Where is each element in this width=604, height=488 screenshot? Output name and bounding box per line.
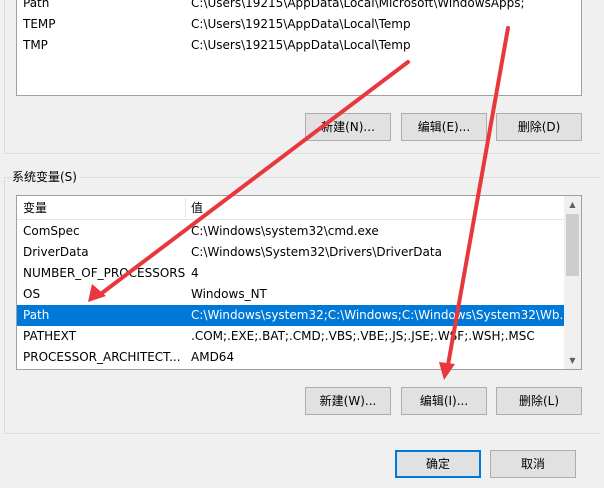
user-var-value: C:\Users\19215\AppData\Local\Microsoft\W… (191, 0, 525, 10)
ok-button[interactable]: 确定 (395, 450, 481, 478)
sys-var-name: NUMBER_OF_PROCESSORS (23, 266, 186, 280)
header-value[interactable]: 值 (191, 196, 203, 220)
sys-vars-list[interactable]: 变量 值 ComSpec C:\Windows\system32\cmd.exe… (16, 195, 582, 370)
user-var-name: TMP (23, 38, 48, 52)
sys-var-row-path[interactable]: Path C:\Windows\system32;C:\Windows;C:\W… (17, 305, 571, 326)
scroll-up-arrow-icon[interactable]: ▲ (564, 196, 581, 213)
sys-var-name: Path (23, 308, 50, 322)
sys-var-name: OS (23, 287, 41, 301)
user-var-value: C:\Users\19215\AppData\Local\Temp (191, 17, 411, 31)
sys-var-row-processor-architecture[interactable]: PROCESSOR_ARCHITECT... AMD64 (17, 347, 564, 368)
sys-var-name: DriverData (23, 245, 89, 259)
scrollbar-thumb[interactable] (566, 214, 579, 276)
user-var-row-path[interactable]: Path C:\Users\19215\AppData\Local\Micros… (17, 0, 581, 14)
user-var-row-tmp[interactable]: TMP C:\Users\19215\AppData\Local\Temp (17, 35, 581, 56)
user-new-button[interactable]: 新建(N)... (305, 113, 391, 141)
user-var-value: C:\Users\19215\AppData\Local\Temp (191, 38, 411, 52)
sys-var-row-pathext[interactable]: PATHEXT .COM;.EXE;.BAT;.CMD;.VBS;.VBE;.J… (17, 326, 564, 347)
sys-var-row-comspec[interactable]: ComSpec C:\Windows\system32\cmd.exe (17, 221, 564, 242)
sys-vars-header: 变量 值 (17, 196, 564, 220)
sys-var-row-os[interactable]: OS Windows_NT (17, 284, 564, 305)
user-vars-list[interactable]: Path C:\Users\19215\AppData\Local\Micros… (16, 0, 582, 96)
user-var-name: TEMP (23, 17, 56, 31)
scroll-down-arrow-icon[interactable]: ▼ (564, 352, 581, 369)
sys-new-button[interactable]: 新建(W)... (305, 387, 391, 415)
header-variable[interactable]: 变量 (23, 196, 47, 220)
sys-var-name: PATHEXT (23, 329, 77, 343)
sys-var-value: .COM;.EXE;.BAT;.CMD;.VBS;.VBE;.JS;.JSE;.… (191, 329, 535, 343)
sys-var-value: Windows_NT (191, 287, 267, 301)
sys-var-value: AMD64 (191, 350, 235, 364)
sys-delete-button[interactable]: 删除(L) (496, 387, 582, 415)
user-edit-button[interactable]: 编辑(E)... (401, 113, 487, 141)
sys-var-row-driverdata[interactable]: DriverData C:\Windows\System32\Drivers\D… (17, 242, 564, 263)
user-var-row-temp[interactable]: TEMP C:\Users\19215\AppData\Local\Temp (17, 14, 581, 35)
sys-var-name: PROCESSOR_ARCHITECT... (23, 350, 181, 364)
sys-var-name: ComSpec (23, 224, 80, 238)
column-separator[interactable] (185, 198, 186, 218)
sys-var-row-number-of-processors[interactable]: NUMBER_OF_PROCESSORS 4 (17, 263, 564, 284)
sys-var-value: C:\Windows\system32\cmd.exe (191, 224, 379, 238)
sys-vars-scrollbar[interactable]: ▲ ▼ (564, 196, 581, 369)
user-delete-button[interactable]: 删除(D) (496, 113, 582, 141)
sys-vars-group-label: 系统变量(S) (12, 170, 80, 184)
user-var-name: Path (23, 0, 50, 10)
sys-var-value: C:\Windows\system32;C:\Windows;C:\Window… (191, 308, 571, 322)
sys-var-value: C:\Windows\System32\Drivers\DriverData (191, 245, 442, 259)
sys-var-value: 4 (191, 266, 199, 280)
cancel-button[interactable]: 取消 (490, 450, 576, 478)
sys-edit-button[interactable]: 编辑(I)... (401, 387, 487, 415)
